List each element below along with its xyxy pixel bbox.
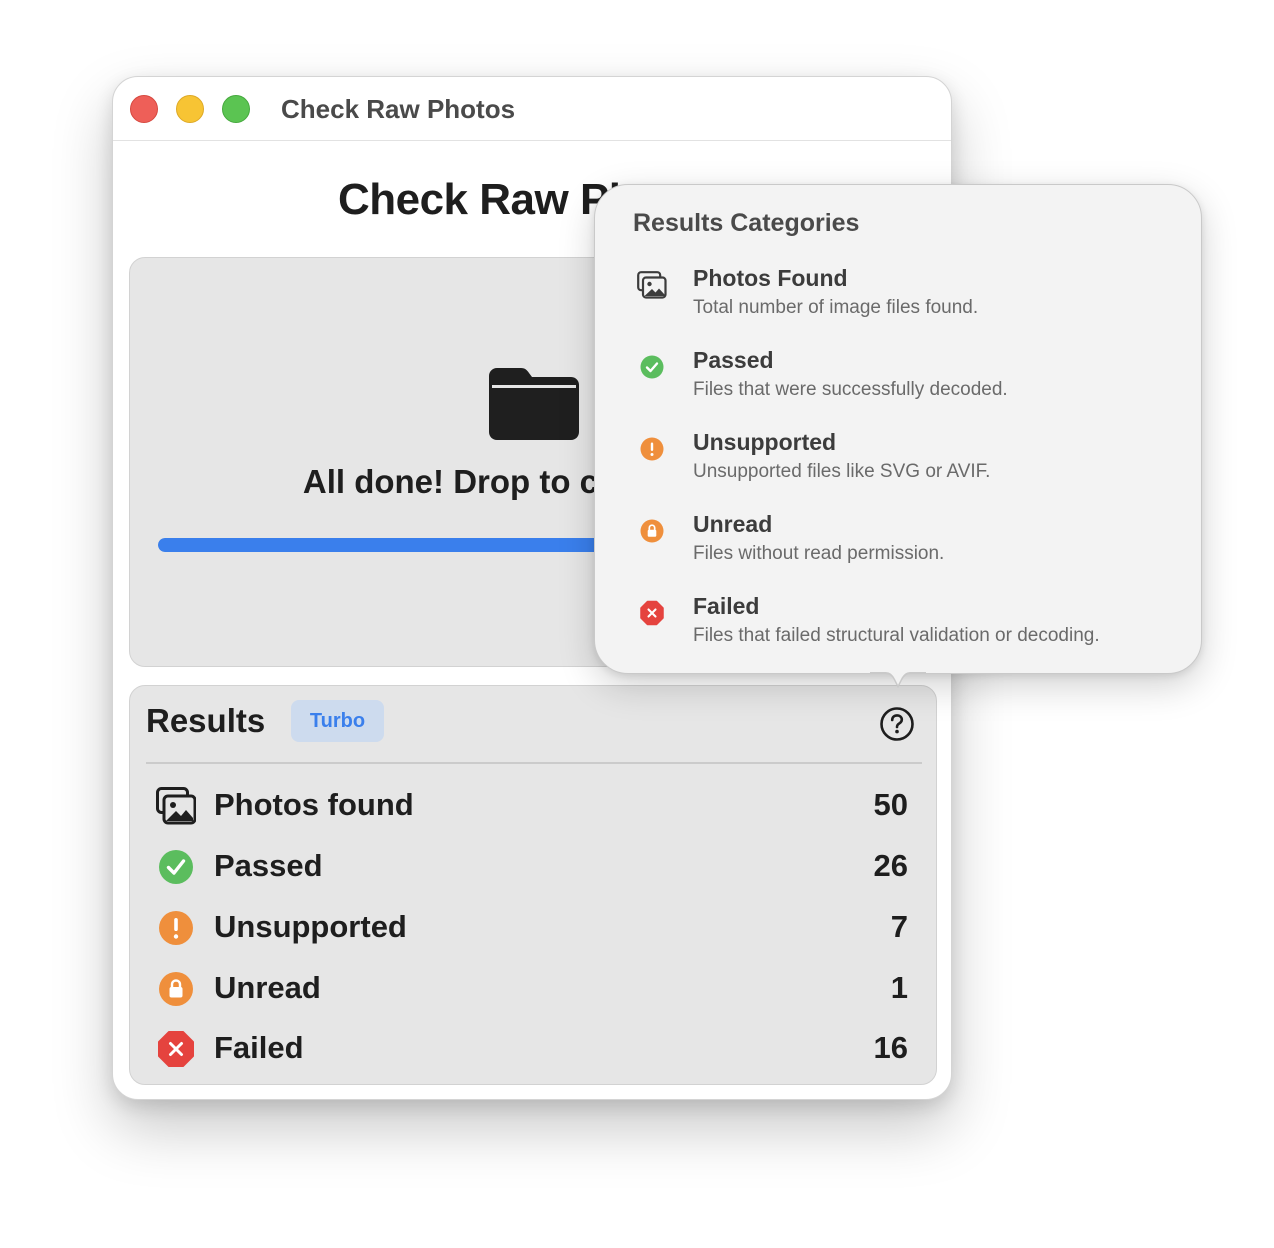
xmark-octagon-icon [640,600,664,626]
results-categories-popover: Results Categories Photos Found Total nu… [594,184,1202,674]
result-row-unread: Unread 1 [146,964,910,1014]
photos-stack-icon [156,787,196,825]
lock-circle-icon [640,519,664,543]
question-circle-icon[interactable] [879,706,915,742]
category-name: Photos Found [693,265,848,291]
category-description: Files that were successfully decoded. [693,379,1008,400]
result-label: Unread [214,970,321,1005]
title-bar: Check Raw Photos [113,77,951,141]
xmark-octagon-icon [158,1031,194,1067]
popover-title: Results Categories [633,209,860,237]
exclamation-circle-icon [159,911,193,945]
result-row-failed: Failed 16 [146,1024,910,1074]
result-value: 1 [890,970,908,1005]
result-row-unsupported: Unsupported 7 [146,903,910,953]
results-title: Results [146,702,266,739]
category-name: Unread [693,511,773,537]
checkmark-circle-icon [159,850,193,884]
result-value: 7 [890,909,908,944]
result-label: Failed [214,1030,304,1065]
minimize-window-button[interactable] [176,95,204,123]
result-row-passed: Passed 26 [146,842,910,892]
category-name: Unsupported [693,429,837,455]
category-name: Failed [693,593,760,619]
category-failed: Failed Files that failed structural vali… [595,593,1195,663]
result-label: Photos found [214,787,414,822]
result-label: Passed [214,848,323,883]
category-description: Total number of image files found. [693,297,979,318]
category-passed: Passed Files that were successfully deco… [595,347,1195,417]
window-title: Check Raw Photos [281,94,516,124]
popover-arrow [870,672,926,689]
zoom-window-button[interactable] [222,95,250,123]
result-row-photos-found: Photos found 50 [146,781,910,831]
photos-stack-icon [637,271,667,299]
category-description: Files that failed structural validation … [693,625,1100,646]
exclamation-circle-icon [640,437,664,461]
category-name: Passed [693,347,774,373]
category-unread: Unread Files without read permission. [595,511,1195,581]
checkmark-circle-icon [640,355,664,379]
category-description: Files without read permission. [693,543,945,564]
turbo-badge: Turbo [291,700,384,742]
category-photos-found: Photos Found Total number of image files… [595,265,1195,335]
folder-icon [489,368,579,440]
category-unsupported: Unsupported Unsupported files like SVG o… [595,429,1195,499]
lock-circle-icon [159,972,193,1006]
results-divider [146,762,922,764]
result-value: 16 [873,1030,908,1065]
category-description: Unsupported files like SVG or AVIF. [693,461,991,482]
result-value: 50 [873,787,908,822]
result-label: Unsupported [214,909,407,944]
results-panel: Results Turbo Photos found 50 Passed 26 … [129,685,937,1085]
close-window-button[interactable] [130,95,158,123]
result-value: 26 [873,848,908,883]
